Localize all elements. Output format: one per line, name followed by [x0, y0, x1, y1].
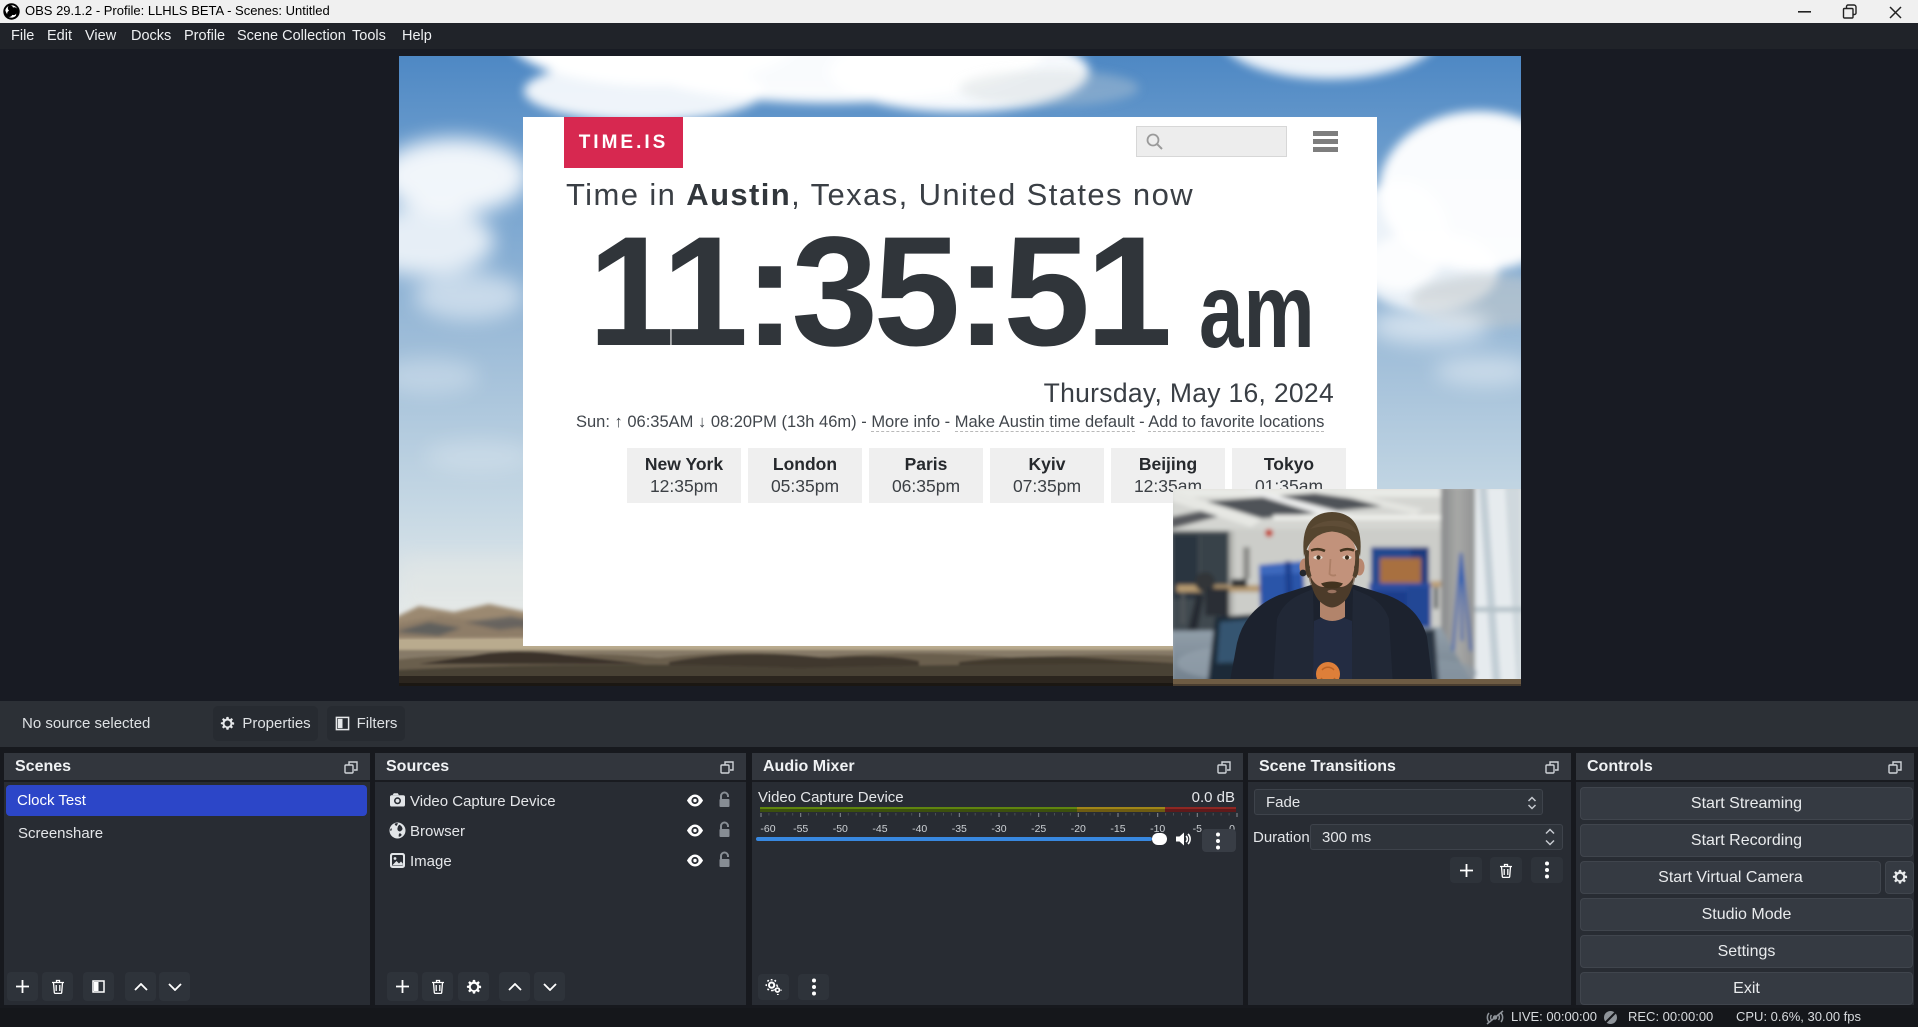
svg-text:-35: -35 [952, 823, 967, 835]
svg-text:-40: -40 [912, 823, 927, 835]
svg-text:-55: -55 [793, 823, 808, 835]
svg-text:-45: -45 [872, 823, 887, 835]
svg-text:-20: -20 [1071, 823, 1086, 835]
svg-text:-25: -25 [1031, 823, 1046, 835]
svg-text:-50: -50 [833, 823, 848, 835]
svg-text:-15: -15 [1110, 823, 1125, 835]
svg-text:-60: -60 [760, 823, 775, 835]
svg-text:-30: -30 [991, 823, 1006, 835]
svg-text:-5: -5 [1193, 823, 1202, 835]
